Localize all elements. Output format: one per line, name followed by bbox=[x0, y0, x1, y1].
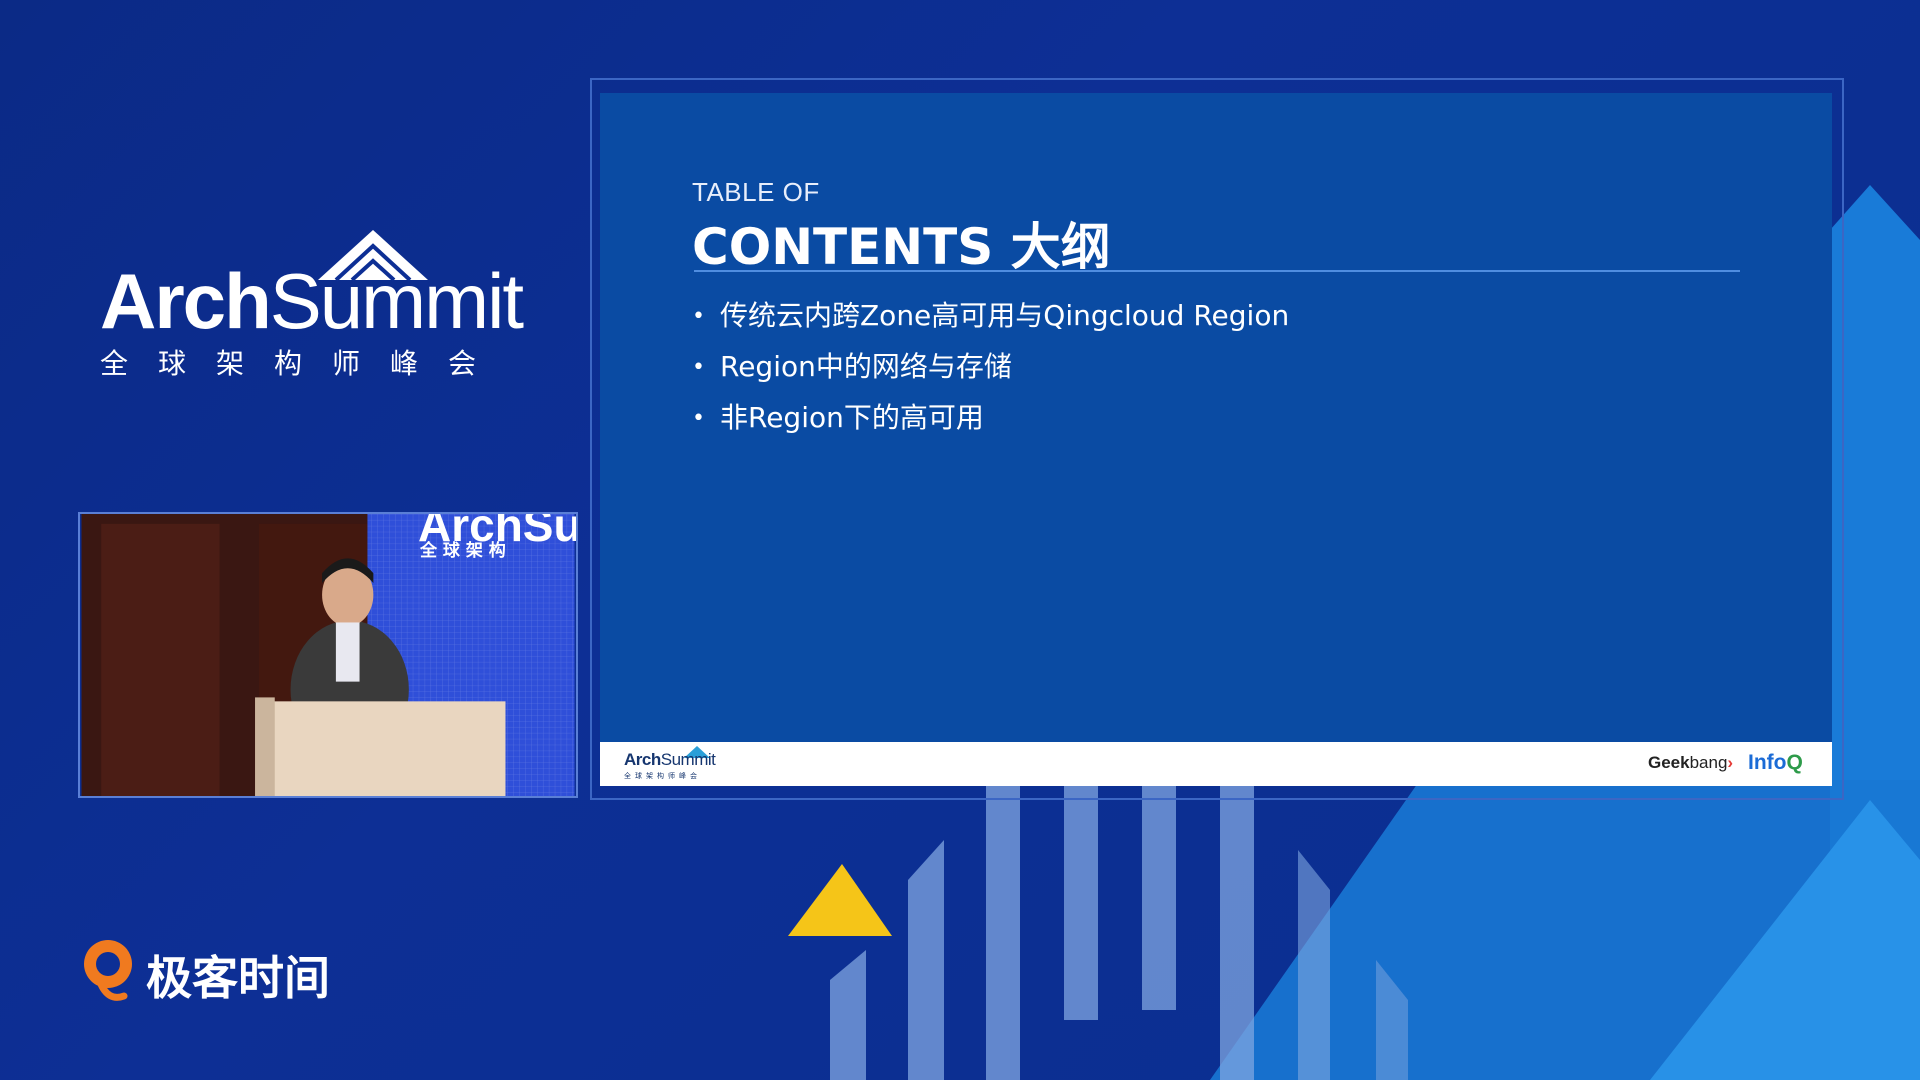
toc-item: • Region中的网络与存储 bbox=[692, 342, 1289, 393]
speaker-video[interactable]: ArchSu 全 球 架 构 bbox=[78, 512, 578, 798]
infoq-logo: InfoQ bbox=[1748, 751, 1803, 774]
toc-item-label: 传统云内跨Zone高可用与Qingcloud Region bbox=[720, 299, 1290, 332]
slide-kicker: TABLE OF bbox=[692, 177, 820, 207]
brand-subtitle: 全球架构师峰会 bbox=[100, 347, 507, 380]
geektime-logo-text: 极客时间 bbox=[146, 951, 330, 1005]
toc-item-label: 非Region下的高可用 bbox=[720, 401, 984, 434]
toc-list: • 传统云内跨Zone高可用与Qingcloud Region • Region中的… bbox=[692, 291, 1289, 444]
toc-item: • 传统云内跨Zone高可用与Qingcloud Region bbox=[692, 291, 1289, 342]
yellow-triangle bbox=[788, 864, 892, 936]
bullet-icon: • bbox=[692, 304, 705, 329]
mountain-icon bbox=[318, 230, 428, 282]
title-divider bbox=[694, 270, 1740, 272]
footer-archsummit-subtitle: 全球架构师峰会 bbox=[624, 773, 701, 780]
bullet-icon: • bbox=[692, 406, 705, 431]
presentation-slide: TABLE OF CONTENTS 大纲 • 传统云内跨Zone高可用与Qingc… bbox=[600, 93, 1832, 786]
bullet-icon: • bbox=[692, 355, 705, 380]
video-backdrop-subtitle: 全 球 架 构 bbox=[420, 541, 506, 561]
slide-title: CONTENTS 大纲 bbox=[692, 218, 1111, 276]
archsummit-logo: ArchSummit bbox=[100, 230, 524, 340]
footer-archsummit-logo: ArchSummit bbox=[624, 750, 716, 769]
toc-item: • 非Region下的高可用 bbox=[692, 393, 1289, 444]
slide-footer: ArchSummit 全球架构师峰会 Geekbang› InfoQ bbox=[600, 742, 1832, 786]
brand-title-bold: Arch bbox=[100, 257, 272, 345]
geekbang-logo: Geekbang› bbox=[1648, 753, 1734, 772]
geektime-logo-icon bbox=[84, 940, 132, 1001]
toc-item-label: Region中的网络与存储 bbox=[720, 350, 1012, 383]
